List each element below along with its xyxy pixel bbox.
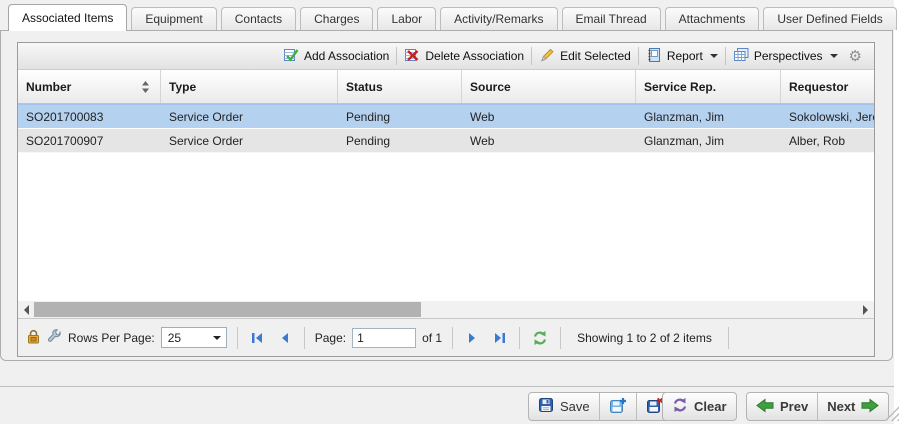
- save-close-floppy-icon: [646, 397, 664, 417]
- tab-user-defined-fields[interactable]: User Defined Fields: [763, 7, 896, 30]
- column-header-source[interactable]: Source: [462, 70, 636, 103]
- tab-email-thread[interactable]: Email Thread: [562, 7, 661, 30]
- delete-association-button[interactable]: Delete Association: [397, 45, 531, 67]
- column-header-type[interactable]: Type: [161, 70, 338, 103]
- tab-content-panel: Add Association Delete Association: [0, 30, 893, 361]
- column-header-number[interactable]: Number: [18, 70, 161, 103]
- clear-refresh-icon: [672, 397, 688, 416]
- add-association-button[interactable]: Add Association: [276, 45, 396, 67]
- horizontal-scrollbar[interactable]: [18, 301, 874, 318]
- pager-separator: [560, 327, 561, 349]
- associated-items-grid: Add Association Delete Association: [17, 42, 875, 357]
- page-number-input[interactable]: [352, 328, 416, 348]
- left-triangle-icon: [19, 305, 29, 315]
- pager-separator: [237, 327, 238, 349]
- prev-button[interactable]: Prev: [747, 393, 817, 420]
- cell-number: SO201700907: [18, 134, 161, 148]
- pager-separator: [519, 327, 520, 349]
- rows-per-page-label: Rows Per Page:: [68, 331, 155, 345]
- chevron-down-icon: [213, 336, 221, 344]
- cell-service-rep: Glanzman, Jim: [636, 110, 781, 124]
- save-floppy-icon: [538, 397, 554, 416]
- cell-source: Web: [462, 110, 636, 124]
- perspectives-icon: [733, 47, 749, 66]
- save-button-group: Save: [528, 392, 674, 421]
- edit-selected-button[interactable]: Edit Selected: [532, 45, 638, 67]
- prev-next-button-group: Prev Next: [746, 392, 889, 421]
- save-new-floppy-icon: [609, 397, 627, 417]
- next-page-button[interactable]: [463, 328, 483, 348]
- cell-requestor: Alber, Rob: [781, 134, 875, 148]
- column-header-requestor[interactable]: Requestor: [781, 70, 875, 103]
- clear-button[interactable]: Clear: [663, 393, 736, 420]
- next-button[interactable]: Next: [817, 393, 888, 420]
- tab-bar: Associated Items Equipment Contacts Char…: [8, 4, 897, 30]
- column-header-status[interactable]: Status: [338, 70, 462, 103]
- scroll-left-arrow[interactable]: [18, 301, 34, 318]
- table-header: Number Type Status Source Service Rep. R…: [18, 70, 875, 104]
- prev-page-button[interactable]: [274, 328, 294, 348]
- app-window: Associated Items Equipment Contacts Char…: [0, 0, 894, 424]
- first-page-button[interactable]: [248, 328, 268, 348]
- pencil-icon: [539, 47, 555, 66]
- grid-toolbar: Add Association Delete Association: [18, 43, 874, 70]
- cell-service-rep: Glanzman, Jim: [636, 134, 781, 148]
- lock-icon[interactable]: [26, 329, 41, 347]
- save-button[interactable]: Save: [529, 393, 599, 420]
- pager-separator: [452, 327, 453, 349]
- column-header-service-rep[interactable]: Service Rep.: [636, 70, 781, 103]
- cell-requestor: Sokolowski, Jerem: [781, 110, 875, 124]
- chevron-down-icon: [830, 54, 838, 62]
- page-label: Page:: [315, 331, 346, 345]
- pager-bar: Rows Per Page: 25 Page: of 1: [18, 318, 874, 356]
- pager-separator: [304, 327, 305, 349]
- chevron-down-icon: [710, 54, 718, 62]
- clear-button-group: Clear: [662, 392, 737, 421]
- cell-type: Service Order: [161, 110, 338, 124]
- refresh-icon[interactable]: [530, 328, 550, 348]
- tab-charges[interactable]: Charges: [300, 7, 373, 30]
- add-association-icon: [283, 47, 299, 66]
- sort-icon[interactable]: [141, 80, 150, 94]
- table-row[interactable]: SO201700907 Service Order Pending Web Gl…: [18, 129, 875, 153]
- cell-type: Service Order: [161, 134, 338, 148]
- tab-equipment[interactable]: Equipment: [131, 7, 216, 30]
- perspectives-button[interactable]: Perspectives: [726, 45, 845, 67]
- table-row[interactable]: SO201700083 Service Order Pending Web Gl…: [18, 104, 875, 129]
- scrollbar-thumb[interactable]: [34, 302, 421, 317]
- scroll-right-arrow[interactable]: [858, 301, 874, 318]
- tab-labor[interactable]: Labor: [377, 7, 436, 30]
- cell-status: Pending: [338, 134, 462, 148]
- green-right-arrow-icon: [861, 398, 879, 416]
- pager-separator: [728, 327, 729, 349]
- green-left-arrow-icon: [756, 398, 774, 416]
- report-button[interactable]: Report: [639, 45, 725, 67]
- cell-source: Web: [462, 134, 636, 148]
- right-triangle-icon: [863, 305, 873, 315]
- tab-contacts[interactable]: Contacts: [221, 7, 296, 30]
- page-of-label: of 1: [422, 331, 442, 345]
- scrollbar-track[interactable]: [34, 301, 858, 318]
- grid-empty-area: [18, 153, 874, 301]
- wrench-icon[interactable]: [47, 329, 62, 347]
- tab-attachments[interactable]: Attachments: [665, 7, 760, 30]
- tab-activity-remarks[interactable]: Activity/Remarks: [440, 7, 557, 30]
- save-and-new-button[interactable]: [599, 393, 636, 420]
- rows-per-page-select[interactable]: 25: [161, 327, 227, 348]
- cell-status: Pending: [338, 110, 462, 124]
- delete-association-icon: [404, 47, 420, 66]
- report-icon: [646, 47, 662, 66]
- tab-associated-items[interactable]: Associated Items: [8, 4, 127, 31]
- showing-items-status: Showing 1 to 2 of 2 items: [571, 331, 718, 345]
- cell-number: SO201700083: [18, 110, 161, 124]
- gear-icon[interactable]: ⚙: [845, 47, 868, 65]
- bottom-action-bar: Save: [0, 386, 894, 424]
- last-page-button[interactable]: [489, 328, 509, 348]
